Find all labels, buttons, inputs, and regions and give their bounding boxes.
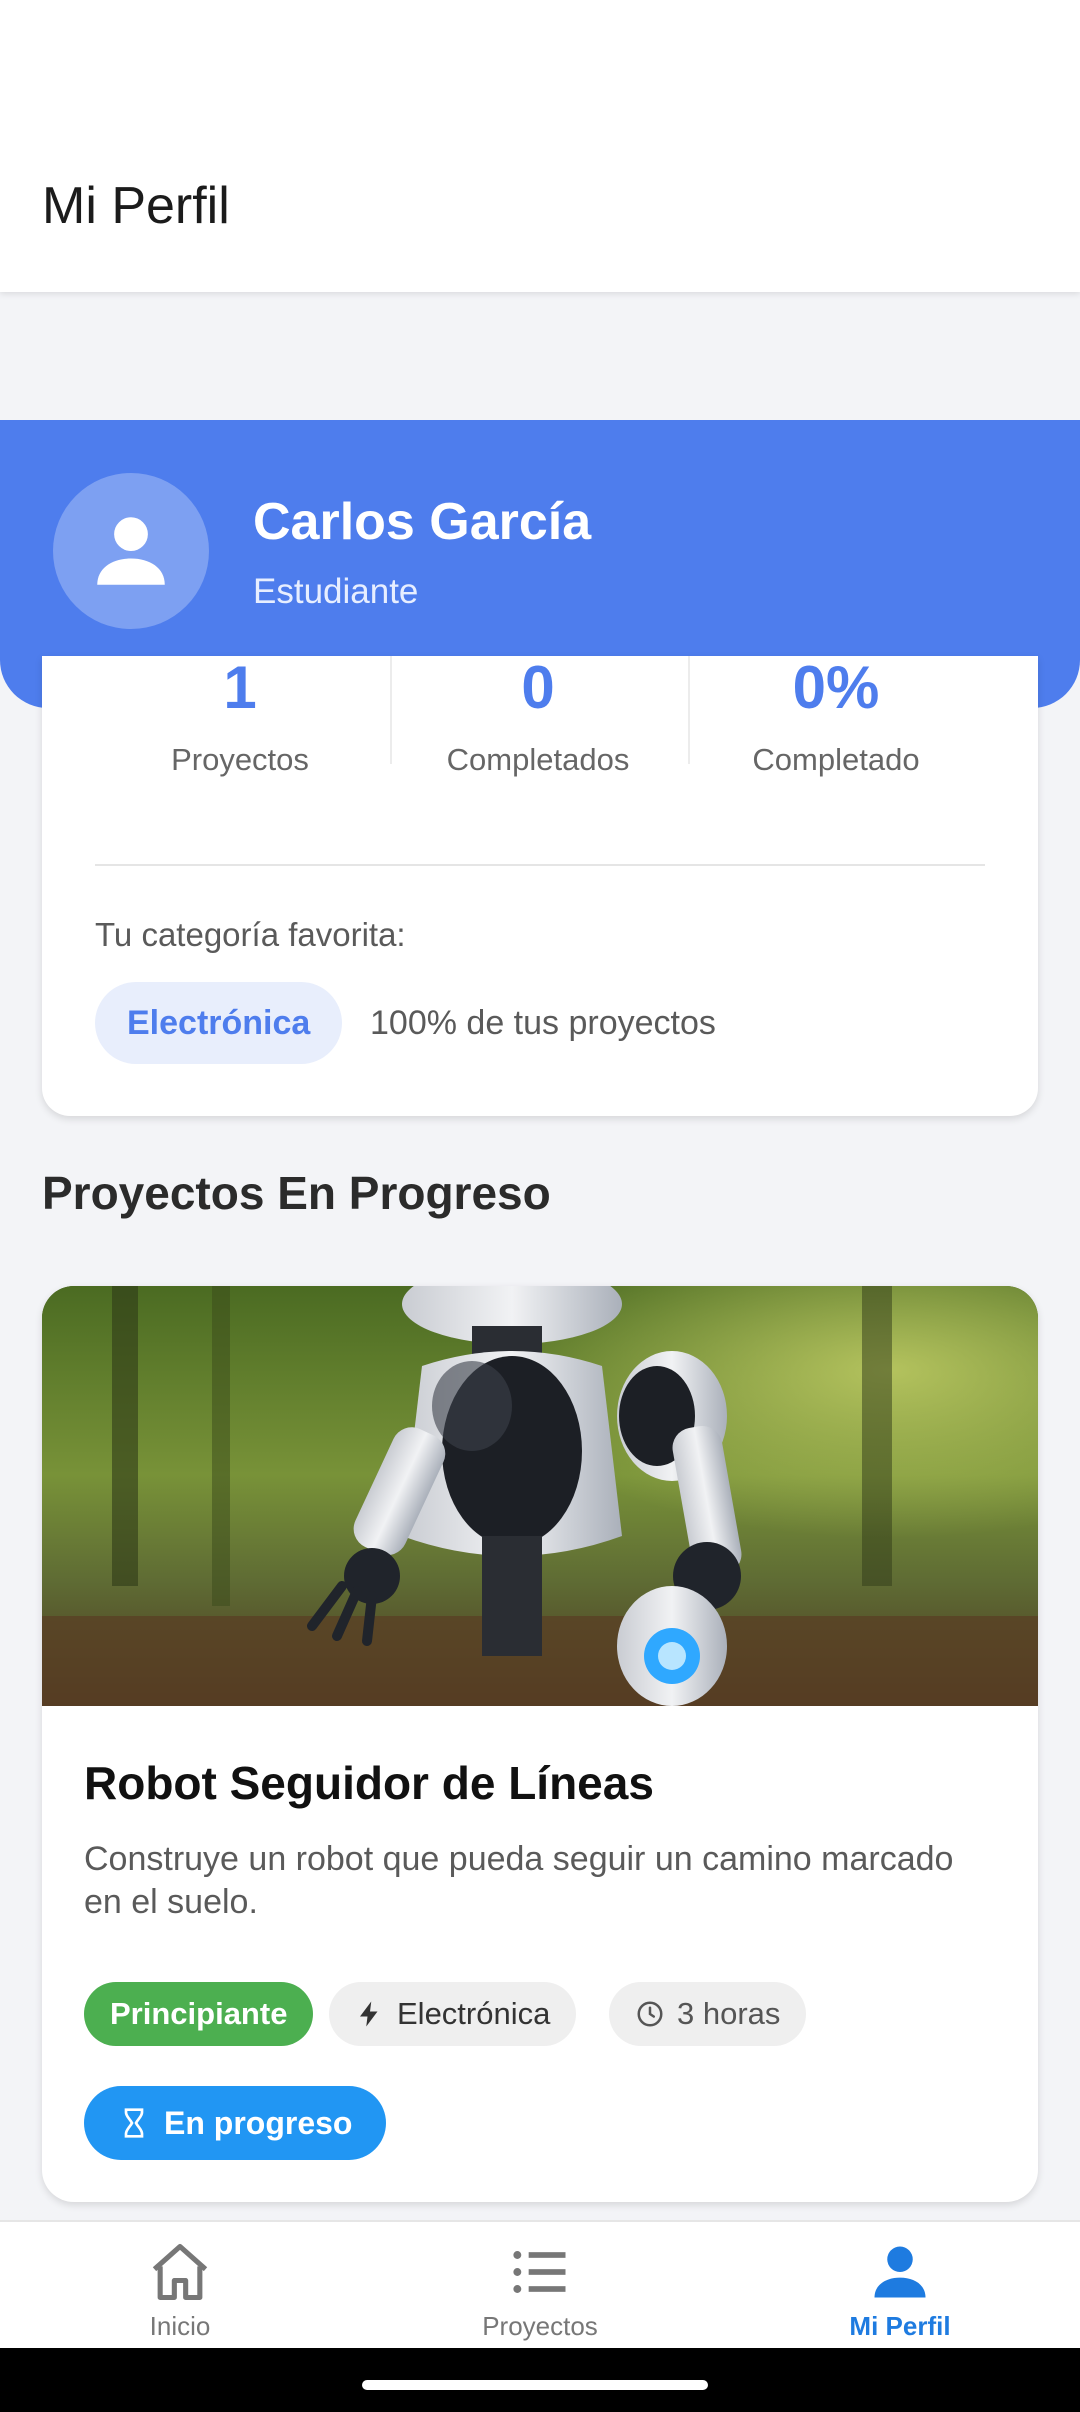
- nav-label-profile: Mi Perfil: [849, 2311, 951, 2341]
- person-icon: [97, 517, 165, 585]
- stats-card: 1 Proyectos 0 Completados 0% Completado …: [42, 656, 1038, 1116]
- duration-badge: 3 horas: [609, 1982, 807, 2046]
- status-badge: En progreso: [84, 2086, 387, 2160]
- section-title: Proyectos En Progreso: [42, 1167, 551, 1219]
- stats-row: 1 Proyectos 0 Completados 0% Completado: [42, 656, 1038, 778]
- level-label: Principiante: [110, 1996, 288, 2031]
- user-role: Estudiante: [253, 572, 419, 611]
- user-name: Carlos García: [253, 493, 592, 551]
- nav-item-profile[interactable]: Mi Perfil: [720, 2222, 1080, 2350]
- category-label: Electrónica: [397, 1996, 551, 2031]
- bottom-navigation: Inicio Proyectos Mi Perfil: [0, 2220, 1080, 2348]
- app-bar: Mi Perfil: [0, 0, 1080, 292]
- favorite-category-share: 100% de tus proyectos: [370, 1004, 716, 1042]
- stat-projects-value: 1: [223, 654, 257, 721]
- duration-label: 3 horas: [677, 1996, 781, 2031]
- level-badge: Principiante: [84, 1982, 314, 2046]
- hourglass-icon: [124, 2108, 144, 2138]
- avatar: [53, 473, 209, 629]
- favorite-category-label: Tu categoría favorita:: [95, 916, 406, 953]
- nav-item-home[interactable]: Inicio: [0, 2222, 360, 2350]
- lightning-icon: [360, 2001, 378, 2027]
- stat-percent: 0% Completado: [686, 656, 986, 778]
- nav-label-home: Inicio: [149, 2311, 211, 2341]
- nav-item-projects[interactable]: Proyectos: [360, 2222, 720, 2350]
- list-icon: [513, 2251, 566, 2293]
- stat-completed-label: Completados: [446, 742, 630, 777]
- nav-label-projects: Proyectos: [482, 2311, 598, 2341]
- divider: [95, 864, 985, 866]
- project-card[interactable]: Robot Seguidor de Líneas Construye un ro…: [42, 1286, 1038, 2202]
- robot-photo: [42, 1286, 1038, 1706]
- person-icon: [874, 2246, 926, 2298]
- clock-icon: [637, 2001, 663, 2027]
- stat-projects-label: Proyectos: [171, 742, 309, 777]
- stat-completed: 0 Completados: [388, 656, 688, 778]
- stat-percent-label: Completado: [752, 742, 920, 777]
- favorite-category-chip: Electrónica: [95, 982, 343, 1064]
- home-icon: [152, 2243, 208, 2301]
- home-indicator[interactable]: [362, 2380, 708, 2390]
- project-title: Robot Seguidor de Líneas: [84, 1757, 654, 1809]
- stat-projects: 1 Proyectos: [90, 656, 390, 778]
- project-description: Construye un robot que pueda seguir un c…: [84, 1840, 954, 1921]
- profile-screen: Mi Perfil Carlos García Estudiante 1 Pro…: [0, 0, 1080, 2412]
- status-label: En progreso: [164, 2104, 353, 2141]
- stat-completed-value: 0: [521, 654, 555, 721]
- stat-percent-value: 0%: [792, 654, 880, 721]
- category-badge: Electrónica: [329, 1982, 577, 2046]
- project-image: [42, 1286, 1038, 1706]
- page-title: Mi Perfil: [42, 177, 230, 235]
